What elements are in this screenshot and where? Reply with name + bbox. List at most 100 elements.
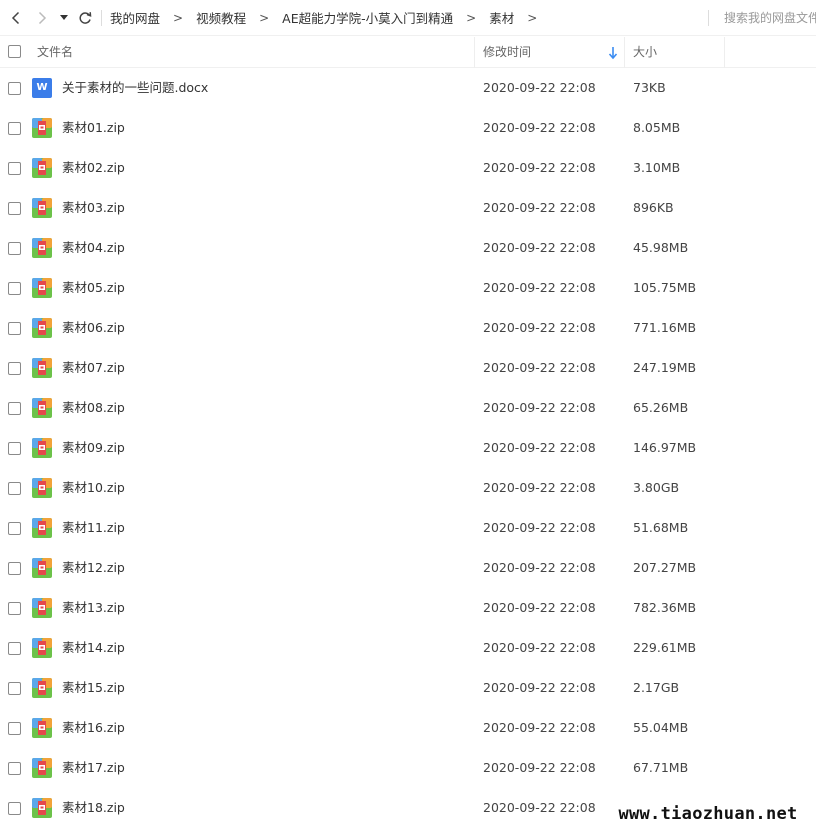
file-row[interactable]: 素材08.zip 2020-09-22 22:08 65.26MB: [0, 388, 816, 428]
file-size: 146.97MB: [633, 440, 697, 455]
file-size: 105.75MB: [633, 280, 697, 295]
zip-archive-icon: [32, 558, 52, 578]
zip-archive-icon: [32, 478, 52, 498]
file-modified-time: 2020-09-22 22:08: [483, 240, 596, 255]
history-dropdown-button[interactable]: [55, 0, 73, 36]
file-name[interactable]: 素材09.zip: [62, 428, 125, 468]
file-name[interactable]: 素材13.zip: [62, 588, 125, 628]
file-checkbox[interactable]: [8, 442, 21, 455]
file-name[interactable]: 素材04.zip: [62, 228, 125, 268]
file-checkbox[interactable]: [8, 282, 21, 295]
file-checkbox[interactable]: [8, 402, 21, 415]
file-name[interactable]: 关于素材的一些问题.docx: [62, 68, 208, 108]
file-row[interactable]: W 关于素材的一些问题.docx 2020-09-22 22:08 73KB: [0, 68, 816, 108]
breadcrumb-separator: >: [259, 10, 270, 25]
file-checkbox[interactable]: [8, 242, 21, 255]
zip-archive-icon: [32, 198, 52, 218]
file-size: 65.26MB: [633, 400, 689, 415]
file-checkbox[interactable]: [8, 762, 21, 775]
file-checkbox[interactable]: [8, 802, 21, 815]
file-checkbox[interactable]: [8, 682, 21, 695]
file-row[interactable]: 素材15.zip 2020-09-22 22:08 2.17GB: [0, 668, 816, 708]
file-row[interactable]: 素材13.zip 2020-09-22 22:08 782.36MB: [0, 588, 816, 628]
column-header-name[interactable]: 文件名: [37, 37, 73, 68]
breadcrumb: 我的网盘 > 视频教程 > AE超能力学院-小莫入门到精通 > 素材 >: [110, 8, 550, 27]
file-checkbox[interactable]: [8, 602, 21, 615]
zip-archive-icon: [32, 118, 52, 138]
file-name[interactable]: 素材02.zip: [62, 148, 125, 188]
file-checkbox[interactable]: [8, 202, 21, 215]
file-modified-time: 2020-09-22 22:08: [483, 560, 596, 575]
file-name[interactable]: 素材10.zip: [62, 468, 125, 508]
file-row[interactable]: 素材06.zip 2020-09-22 22:08 771.16MB: [0, 308, 816, 348]
file-modified-time: 2020-09-22 22:08: [483, 320, 596, 335]
file-row[interactable]: 素材10.zip 2020-09-22 22:08 3.80GB: [0, 468, 816, 508]
file-row[interactable]: 素材07.zip 2020-09-22 22:08 247.19MB: [0, 348, 816, 388]
file-row[interactable]: 素材02.zip 2020-09-22 22:08 3.10MB: [0, 148, 816, 188]
file-modified-time: 2020-09-22 22:08: [483, 720, 596, 735]
breadcrumb-separator: >: [466, 10, 477, 25]
breadcrumb-item-materials[interactable]: 素材: [489, 8, 514, 27]
column-header-modified-time[interactable]: 修改时间: [483, 37, 531, 68]
breadcrumb-separator: >: [527, 10, 538, 25]
file-checkbox[interactable]: [8, 642, 21, 655]
back-button[interactable]: [3, 0, 29, 36]
file-row[interactable]: 素材17.zip 2020-09-22 22:08 67.71MB: [0, 748, 816, 788]
file-name[interactable]: 素材07.zip: [62, 348, 125, 388]
select-all-checkbox[interactable]: [8, 45, 21, 58]
file-name[interactable]: 素材01.zip: [62, 108, 125, 148]
column-divider[interactable]: [724, 37, 725, 68]
file-row[interactable]: 素材04.zip 2020-09-22 22:08 45.98MB: [0, 228, 816, 268]
column-header-size[interactable]: 大小: [633, 37, 657, 68]
file-name[interactable]: 素材17.zip: [62, 748, 125, 788]
file-row[interactable]: 素材14.zip 2020-09-22 22:08 229.61MB: [0, 628, 816, 668]
file-checkbox[interactable]: [8, 362, 21, 375]
breadcrumb-item-my-drive[interactable]: 我的网盘: [110, 8, 160, 27]
file-checkbox[interactable]: [8, 122, 21, 135]
file-modified-time: 2020-09-22 22:08: [483, 80, 596, 95]
file-name[interactable]: 素材16.zip: [62, 708, 125, 748]
file-checkbox[interactable]: [8, 162, 21, 175]
watermark: www.tiaozhuan.net: [607, 798, 809, 830]
file-checkbox[interactable]: [8, 322, 21, 335]
sort-descending-icon[interactable]: [608, 46, 618, 60]
column-divider[interactable]: [474, 37, 475, 68]
file-checkbox[interactable]: [8, 522, 21, 535]
search-divider: [708, 10, 709, 26]
file-modified-time: 2020-09-22 22:08: [483, 160, 596, 175]
file-name[interactable]: 素材18.zip: [62, 788, 125, 828]
file-checkbox[interactable]: [8, 562, 21, 575]
file-name[interactable]: 素材05.zip: [62, 268, 125, 308]
file-name[interactable]: 素材03.zip: [62, 188, 125, 228]
file-row[interactable]: 素材12.zip 2020-09-22 22:08 207.27MB: [0, 548, 816, 588]
file-name[interactable]: 素材06.zip: [62, 308, 125, 348]
file-row[interactable]: 素材01.zip 2020-09-22 22:08 8.05MB: [0, 108, 816, 148]
zip-archive-icon: [32, 718, 52, 738]
file-row[interactable]: 素材16.zip 2020-09-22 22:08 55.04MB: [0, 708, 816, 748]
file-row[interactable]: 素材05.zip 2020-09-22 22:08 105.75MB: [0, 268, 816, 308]
file-name[interactable]: 素材11.zip: [62, 508, 125, 548]
file-list-header: 文件名 修改时间 大小: [0, 37, 816, 68]
refresh-button[interactable]: [73, 0, 97, 36]
file-modified-time: 2020-09-22 22:08: [483, 120, 596, 135]
file-row[interactable]: 素材03.zip 2020-09-22 22:08 896KB: [0, 188, 816, 228]
file-checkbox[interactable]: [8, 722, 21, 735]
breadcrumb-item-course[interactable]: AE超能力学院-小莫入门到精通: [282, 8, 453, 27]
zip-archive-icon: [32, 758, 52, 778]
file-size: 229.61MB: [633, 640, 697, 655]
file-row[interactable]: 素材09.zip 2020-09-22 22:08 146.97MB: [0, 428, 816, 468]
file-row[interactable]: 素材11.zip 2020-09-22 22:08 51.68MB: [0, 508, 816, 548]
file-modified-time: 2020-09-22 22:08: [483, 680, 596, 695]
file-checkbox[interactable]: [8, 82, 21, 95]
file-checkbox[interactable]: [8, 482, 21, 495]
breadcrumb-item-video-tutorials[interactable]: 视频教程: [196, 8, 246, 27]
file-name[interactable]: 素材15.zip: [62, 668, 125, 708]
file-name[interactable]: 素材14.zip: [62, 628, 125, 668]
column-divider[interactable]: [624, 37, 625, 68]
zip-archive-icon: [32, 798, 52, 818]
forward-button[interactable]: [29, 0, 55, 36]
file-name[interactable]: 素材08.zip: [62, 388, 125, 428]
search-input[interactable]: [724, 11, 816, 25]
file-name[interactable]: 素材12.zip: [62, 548, 125, 588]
navigation-toolbar: 我的网盘 > 视频教程 > AE超能力学院-小莫入门到精通 > 素材 >: [0, 0, 816, 36]
